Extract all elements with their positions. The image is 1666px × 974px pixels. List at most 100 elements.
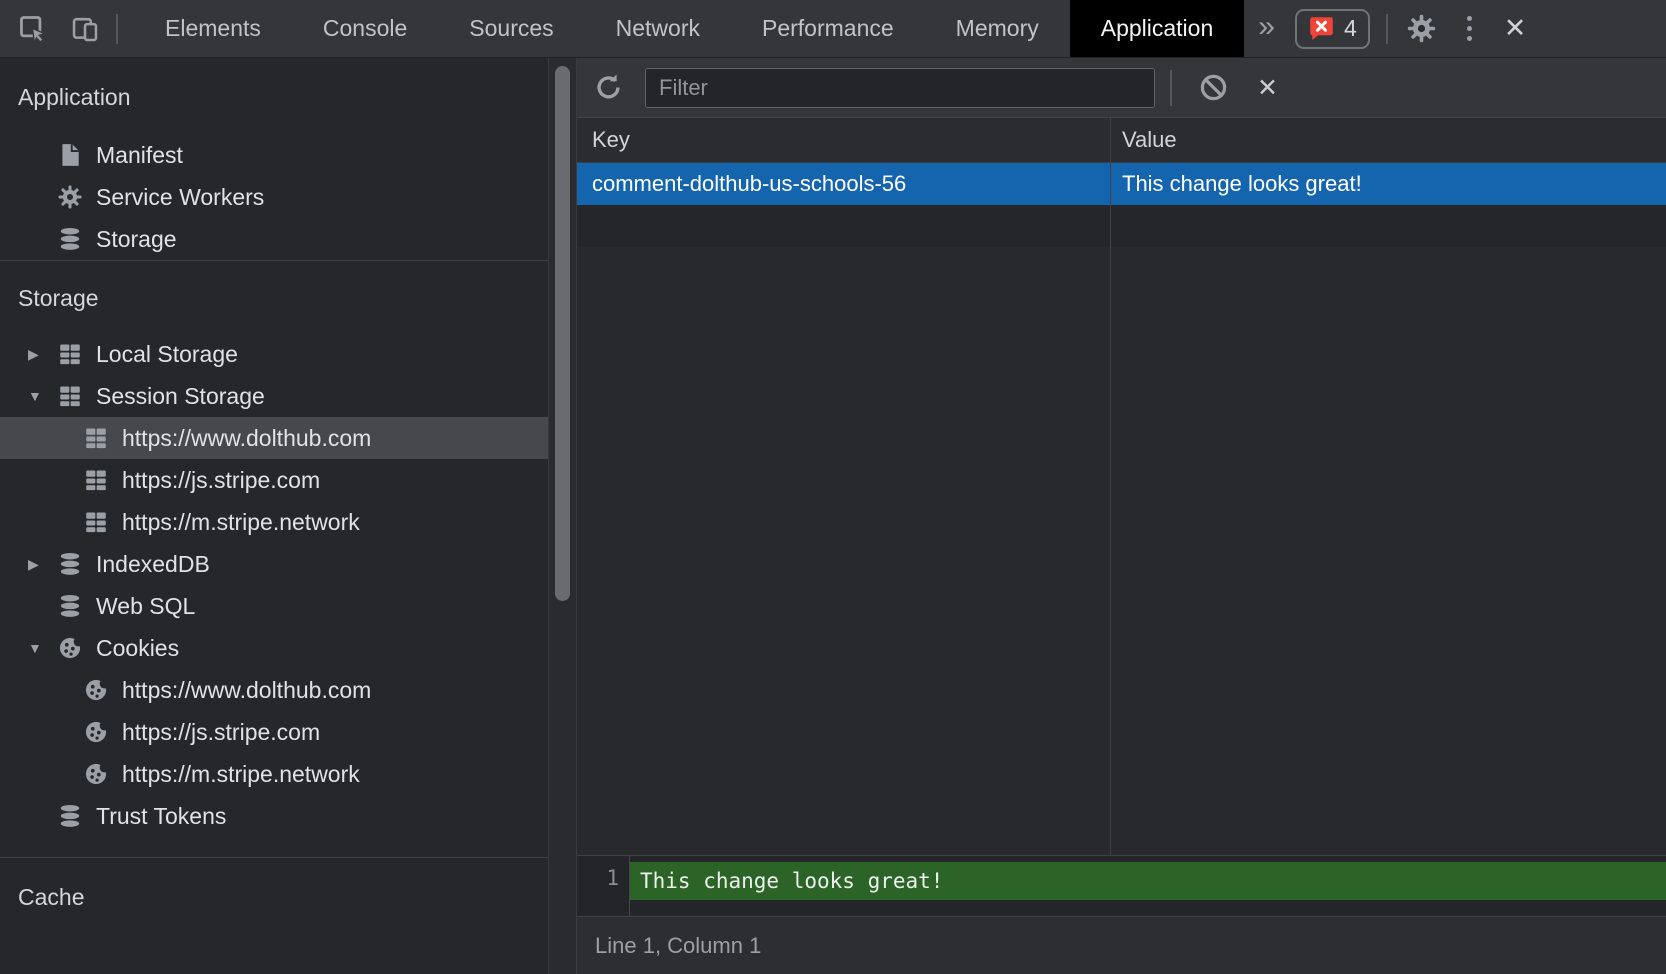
devtools-toolbar: Elements Console Sources Network Perform…	[0, 0, 1666, 58]
toolbar-separator	[1386, 14, 1388, 44]
preview-editor[interactable]: This change looks great!	[630, 856, 1666, 916]
sidebar-item-cookies-dolthub[interactable]: https://www.dolthub.com	[0, 669, 548, 711]
expanded-arrow-icon[interactable]: ▼	[28, 388, 57, 404]
table-header: Key Value	[577, 118, 1666, 163]
inspect-element-icon[interactable]	[18, 14, 48, 44]
database-icon	[57, 226, 83, 252]
database-icon	[57, 551, 83, 577]
column-header-key[interactable]: Key	[577, 127, 1111, 153]
sidebar-item-label: Web SQL	[96, 593, 195, 620]
toolbar-separator	[1170, 70, 1172, 106]
table-row-selected[interactable]: comment-dolthub-us-schools-56 This chang…	[577, 163, 1666, 205]
column-header-value[interactable]: Value	[1111, 127, 1666, 153]
sidebar-item-label: Manifest	[96, 142, 183, 169]
table-empty-area	[577, 247, 1666, 855]
error-count: 4	[1344, 15, 1357, 42]
tab-performance[interactable]: Performance	[731, 0, 925, 57]
sidebar-scrollbar-thumb[interactable]	[555, 66, 570, 601]
sidebar-item-web-sql[interactable]: Web SQL	[0, 585, 548, 627]
table-icon	[57, 383, 83, 409]
table-row-empty[interactable]	[577, 205, 1666, 247]
sidebar-item-label: Cookies	[96, 635, 179, 662]
sidebar-item-cookies-js-stripe[interactable]: https://js.stripe.com	[0, 711, 548, 753]
table-icon	[57, 341, 83, 367]
sidebar-item-label: Local Storage	[96, 341, 238, 368]
cookie-icon	[57, 635, 83, 661]
tab-sources[interactable]: Sources	[438, 0, 584, 57]
toolbar-separator	[116, 14, 118, 44]
delete-selected-icon[interactable]: ✕	[1257, 73, 1278, 103]
cookie-icon	[83, 761, 109, 787]
sidebar-item-label: https://m.stripe.network	[122, 761, 360, 788]
kebab-menu-icon[interactable]	[1467, 16, 1472, 41]
error-bubble-icon	[1308, 15, 1335, 42]
sidebar-item-indexeddb[interactable]: ▶ IndexedDB	[0, 543, 548, 585]
section-title-storage: Storage	[0, 261, 548, 333]
sidebar-item-label: Trust Tokens	[96, 803, 226, 830]
line-number: 1	[606, 866, 619, 916]
expanded-arrow-icon[interactable]: ▼	[28, 640, 57, 656]
sidebar-item-cookies[interactable]: ▼ Cookies	[0, 627, 548, 669]
sidebar-item-label: https://www.dolthub.com	[122, 425, 371, 452]
session-storage-panel: ✕ Key Value comment-dolthub-us-schools-5…	[577, 58, 1666, 974]
table-icon	[83, 425, 109, 451]
sidebar-item-local-storage[interactable]: ▶ Local Storage	[0, 333, 548, 375]
collapsed-arrow-icon[interactable]: ▶	[28, 346, 57, 363]
table-icon	[83, 509, 109, 535]
application-sidebar: Application Manifest Service Workers Sto…	[0, 58, 549, 974]
sidebar-item-label: Session Storage	[96, 383, 265, 410]
tab-elements[interactable]: Elements	[134, 0, 292, 57]
sidebar-item-label: https://js.stripe.com	[122, 467, 320, 494]
row-key-cell[interactable]: comment-dolthub-us-schools-56	[577, 171, 1111, 197]
tab-application[interactable]: Application	[1070, 0, 1245, 57]
devtools-tabs: Elements Console Sources Network Perform…	[134, 0, 1244, 57]
filter-input[interactable]	[645, 68, 1155, 108]
sidebar-item-label: https://www.dolthub.com	[122, 677, 371, 704]
sidebar-item-manifest[interactable]: Manifest	[0, 134, 548, 176]
sidebar-item-label: Service Workers	[96, 184, 264, 211]
tab-memory[interactable]: Memory	[925, 0, 1070, 57]
preview-status-bar: Line 1, Column 1	[577, 916, 1666, 974]
document-icon	[57, 142, 83, 168]
cookie-icon	[83, 719, 109, 745]
device-toolbar-icon[interactable]	[70, 14, 100, 44]
sidebar-item-session-storage[interactable]: ▼ Session Storage	[0, 375, 548, 417]
preview-highlighted-line[interactable]: This change looks great!	[630, 862, 1666, 900]
tab-network[interactable]: Network	[585, 0, 731, 57]
sidebar-item-trust-tokens[interactable]: Trust Tokens	[0, 795, 548, 837]
section-title-cache: Cache	[0, 858, 548, 930]
value-preview-pane: 1 This change looks great!	[577, 855, 1666, 916]
close-devtools-icon[interactable]: ✕	[1504, 13, 1527, 44]
sidebar-item-session-storage-m-stripe[interactable]: https://m.stripe.network	[0, 501, 548, 543]
sidebar-item-label: IndexedDB	[96, 551, 210, 578]
sidebar-item-storage[interactable]: Storage	[0, 218, 548, 260]
line-number-gutter: 1	[577, 856, 630, 916]
more-tabs-icon[interactable]: »	[1258, 12, 1275, 46]
collapsed-arrow-icon[interactable]: ▶	[28, 556, 57, 573]
sidebar-item-service-workers[interactable]: Service Workers	[0, 176, 548, 218]
section-title-application: Application	[0, 58, 548, 134]
sidebar-item-session-storage-dolthub[interactable]: https://www.dolthub.com	[0, 417, 548, 459]
clear-all-icon[interactable]	[1198, 72, 1229, 103]
settings-gear-icon[interactable]	[1406, 13, 1437, 44]
table-icon	[83, 467, 109, 493]
sidebar-item-label: https://m.stripe.network	[122, 509, 360, 536]
section-application: Application Manifest Service Workers Sto…	[0, 58, 548, 260]
sidebar-item-label: https://js.stripe.com	[122, 719, 320, 746]
tab-console[interactable]: Console	[292, 0, 438, 57]
database-icon	[57, 593, 83, 619]
cursor-position-label: Line 1, Column 1	[595, 933, 761, 959]
error-count-badge[interactable]: 4	[1295, 9, 1370, 49]
refresh-icon[interactable]	[593, 72, 624, 103]
sidebar-item-label: Storage	[96, 226, 177, 253]
row-value-cell[interactable]: This change looks great!	[1111, 171, 1666, 197]
cookie-icon	[83, 677, 109, 703]
column-resize-divider[interactable]	[1110, 118, 1111, 855]
section-cache: Cache	[0, 857, 548, 930]
storage-items-toolbar: ✕	[577, 58, 1666, 118]
sidebar-item-session-storage-js-stripe[interactable]: https://js.stripe.com	[0, 459, 548, 501]
sidebar-scrollbar-track[interactable]	[549, 58, 577, 974]
gear-icon	[57, 184, 83, 210]
sidebar-item-cookies-m-stripe[interactable]: https://m.stripe.network	[0, 753, 548, 795]
database-icon	[57, 803, 83, 829]
